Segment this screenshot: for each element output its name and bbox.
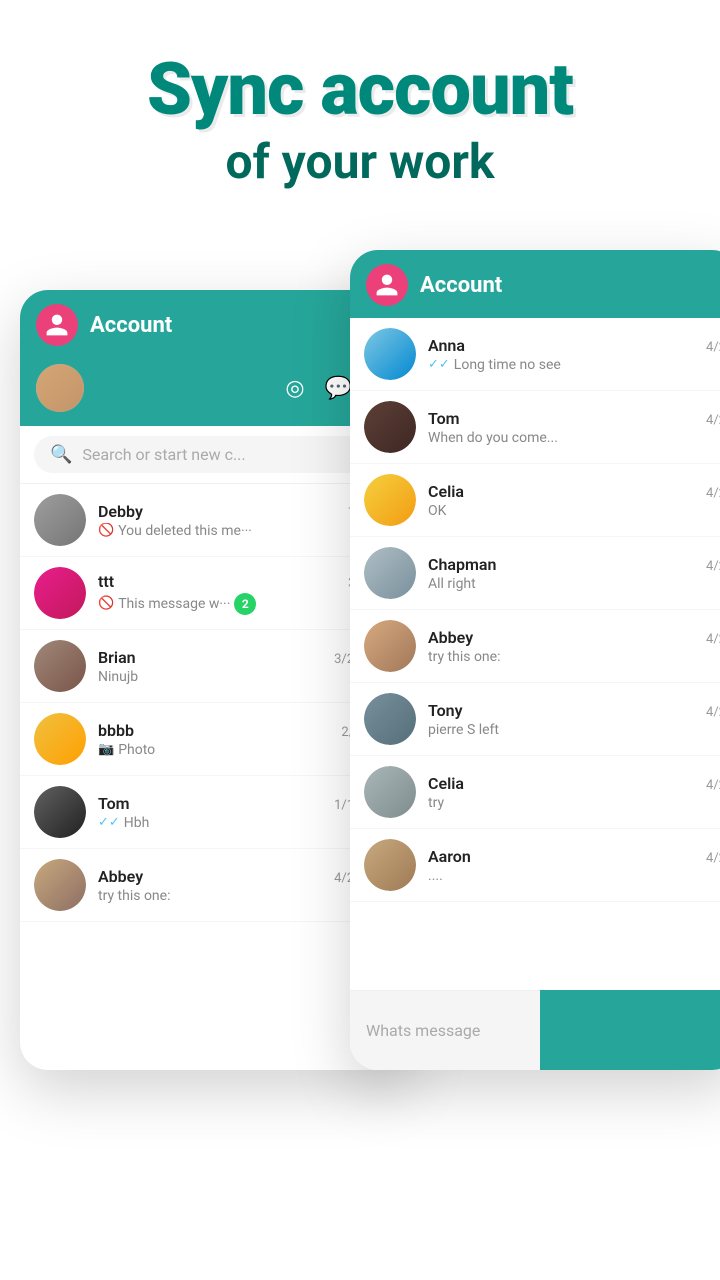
contact-content: Chapman 4/2 All right <box>428 555 720 592</box>
hero-section: Sync account of your work <box>0 0 720 220</box>
contact-message: OK <box>428 503 720 519</box>
contact-message: pierre S left <box>428 722 720 738</box>
contact-time: 4/2 <box>706 632 720 647</box>
contact-message: ✓✓Long time no see <box>428 357 720 373</box>
chat-avatar <box>34 713 86 765</box>
contact-time: 4/2 <box>706 413 720 428</box>
chat-icon[interactable]: 💬 <box>325 376 352 401</box>
contact-content: Tom 4/2 When do you come... <box>428 409 720 446</box>
contact-name: Aaron <box>428 847 471 866</box>
right-account-avatar <box>366 264 408 306</box>
contact-time: 4/2 <box>706 559 720 574</box>
chat-avatar <box>34 786 86 838</box>
contact-content: Celia 4/2 try <box>428 774 720 811</box>
contact-avatar <box>364 693 416 745</box>
account-avatar <box>36 304 78 346</box>
contact-list-item[interactable]: Aaron 4/2 .... <box>350 829 720 902</box>
contact-message: try this one: <box>428 649 720 665</box>
bottom-input-area: Whats message <box>350 990 720 1070</box>
contact-avatar <box>364 474 416 526</box>
contact-name: Tom <box>428 409 460 428</box>
contact-name: Anna <box>428 336 465 355</box>
chat-avatar <box>34 494 86 546</box>
teal-corner <box>540 990 720 1070</box>
contact-avatar <box>364 328 416 380</box>
contact-time: 4/2 <box>706 851 720 866</box>
user-avatar <box>36 364 84 412</box>
contact-avatar <box>364 839 416 891</box>
hero-subtitle: of your work <box>40 133 680 190</box>
contact-time: 4/2 <box>706 778 720 793</box>
chat-avatar <box>34 859 86 911</box>
chat-name: Brian <box>98 648 136 667</box>
contact-content: Anna 4/2 ✓✓Long time no see <box>428 336 720 373</box>
chat-name: bbbb <box>98 721 134 740</box>
contact-list-item[interactable]: Tom 4/2 When do you come... <box>350 391 720 464</box>
contact-list-item[interactable]: Abbey 4/2 try this one: <box>350 610 720 683</box>
chat-name: Tom <box>98 794 130 813</box>
status-icon[interactable]: ◎ <box>285 376 304 401</box>
chat-name: Abbey <box>98 867 143 886</box>
phones-container: Account ↺ ◎ 💬 ⋮ 🔍 Search or start new c.… <box>0 230 720 1210</box>
right-contact-list: Anna 4/2 ✓✓Long time no see Tom 4/2 When… <box>350 318 720 1070</box>
hero-title: Sync account <box>40 50 680 129</box>
chat-avatar <box>34 567 86 619</box>
search-icon: 🔍 <box>50 444 72 465</box>
contact-list-item[interactable]: Celia 4/2 OK <box>350 464 720 537</box>
contact-content: Tony 4/2 pierre S left <box>428 701 720 738</box>
contact-avatar <box>364 547 416 599</box>
contact-list-item[interactable]: Celia 4/2 try <box>350 756 720 829</box>
contact-time: 4/2 <box>706 486 720 501</box>
contact-name: Celia <box>428 774 464 793</box>
contact-name: Tony <box>428 701 463 720</box>
search-input-container[interactable]: 🔍 Search or start new c... <box>34 436 396 473</box>
search-placeholder: Search or start new c... <box>82 445 245 464</box>
chat-avatar <box>34 640 86 692</box>
contact-message: try <box>428 795 720 811</box>
contact-avatar <box>364 766 416 818</box>
contact-list-item[interactable]: Anna 4/2 ✓✓Long time no see <box>350 318 720 391</box>
contact-name: Celia <box>428 482 464 501</box>
contact-name: Chapman <box>428 555 496 574</box>
contact-avatar <box>364 401 416 453</box>
contact-content: Aaron 4/2 .... <box>428 847 720 884</box>
contact-message: All right <box>428 576 720 592</box>
chat-name: ttt <box>98 572 114 591</box>
contact-message: When do you come... <box>428 430 720 446</box>
contact-time: 4/2 <box>706 705 720 720</box>
phone-notch <box>495 250 595 274</box>
contact-list-item[interactable]: Tony 4/2 pierre S left <box>350 683 720 756</box>
chat-name: Debby <box>98 502 143 521</box>
right-phone-title: Account <box>420 273 720 298</box>
right-phone: Account Anna 4/2 ✓✓Long time no see Tom … <box>350 250 720 1070</box>
contact-content: Abbey 4/2 try this one: <box>428 628 720 665</box>
contact-content: Celia 4/2 OK <box>428 482 720 519</box>
contact-avatar <box>364 620 416 672</box>
contact-list-item[interactable]: Chapman 4/2 All right <box>350 537 720 610</box>
contact-message: .... <box>428 868 720 884</box>
contact-time: 4/2 <box>706 340 720 355</box>
left-phone-title: Account <box>90 313 364 338</box>
contact-name: Abbey <box>428 628 473 647</box>
